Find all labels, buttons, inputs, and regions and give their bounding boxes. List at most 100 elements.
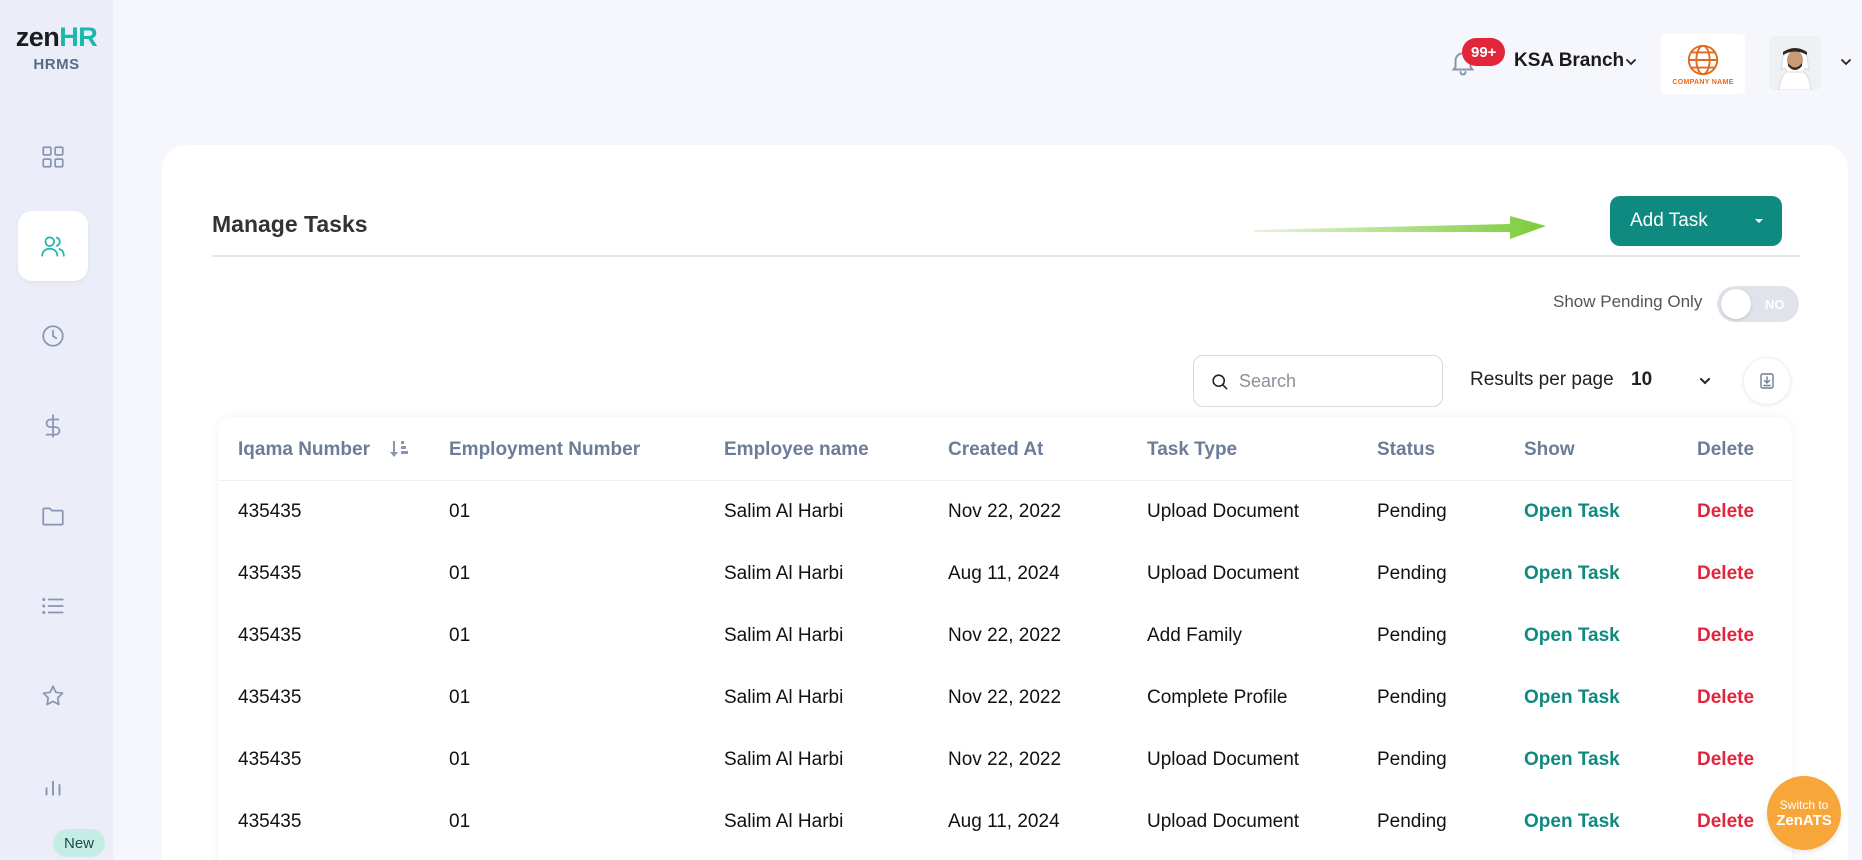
cell-created-at: Aug 11, 2024	[948, 563, 1060, 584]
add-task-label: Add Task	[1630, 210, 1708, 231]
column-header-iqama[interactable]: Iqama Number	[238, 439, 370, 461]
company-name: COMPANY NAME	[1672, 79, 1734, 86]
sidebar-item-attendance[interactable]	[18, 301, 88, 371]
cell-status: Pending	[1377, 501, 1447, 522]
download-icon	[1760, 373, 1774, 389]
grid-icon	[42, 146, 64, 168]
add-task-button[interactable]: Add Task	[1610, 196, 1782, 246]
app-logo[interactable]: zenHR HRMS	[0, 22, 113, 73]
cell-employment: 01	[449, 687, 471, 708]
sort-icon[interactable]	[390, 440, 410, 458]
column-header-show: Show	[1524, 439, 1575, 460]
open-task-link[interactable]: Open Task	[1524, 625, 1620, 647]
sidebar-item-employees[interactable]	[18, 211, 88, 281]
sidebar-item-payroll[interactable]	[18, 391, 88, 461]
manage-tasks-card: Manage Tasks Add Task Show Pending Only …	[162, 145, 1848, 860]
sidebar-item-dashboard[interactable]	[18, 122, 88, 192]
open-task-link[interactable]: Open Task	[1524, 501, 1620, 523]
cell-employee-name: Salim Al Harbi	[724, 687, 844, 708]
cell-created-at: Nov 22, 2022	[948, 501, 1062, 522]
table-header: Iqama Number Employment Number Employee …	[218, 417, 1792, 481]
avatar[interactable]	[1769, 36, 1821, 90]
delete-link[interactable]: Delete	[1697, 625, 1754, 647]
open-task-link[interactable]: Open Task	[1524, 687, 1620, 709]
cell-status: Pending	[1377, 749, 1447, 770]
company-logo[interactable]: COMPANY NAME	[1661, 34, 1745, 94]
show-pending-label: Show Pending Only	[1553, 292, 1703, 311]
column-header-employment: Employment Number	[449, 439, 641, 460]
users-icon	[41, 236, 65, 257]
switch-ats-line2: ZenATS	[1776, 811, 1832, 829]
caret-down-icon[interactable]	[1736, 196, 1782, 246]
results-per-page-select[interactable]: 10	[1631, 369, 1652, 391]
cell-status: Pending	[1377, 811, 1447, 832]
delete-link[interactable]: Delete	[1697, 749, 1754, 771]
sidebar-item-lists[interactable]	[18, 571, 88, 641]
toggle-knob	[1721, 289, 1751, 319]
chevron-down-icon[interactable]	[1697, 373, 1713, 389]
open-task-link[interactable]: Open Task	[1524, 811, 1620, 833]
search-box[interactable]	[1193, 355, 1443, 407]
cell-task-type: Upload Document	[1147, 501, 1300, 522]
cell-employment: 01	[449, 811, 471, 832]
column-header-employee-name: Employee name	[724, 439, 869, 460]
cell-iqama: 435435	[238, 563, 302, 584]
sidebar-item-documents[interactable]	[18, 481, 88, 551]
delete-link[interactable]: Delete	[1697, 811, 1754, 833]
cell-employment: 01	[449, 563, 471, 584]
cell-employee-name: Salim Al Harbi	[724, 501, 844, 522]
table-row: 435435 01 Salim Al Harbi Nov 22, 2022 Up…	[218, 481, 1792, 543]
results-per-page-label: Results per page	[1470, 369, 1614, 390]
export-button[interactable]	[1743, 357, 1791, 405]
cell-created-at: Nov 22, 2022	[948, 625, 1062, 646]
table-row: 435435 01 Salim Al Harbi Aug 11, 2024 Up…	[218, 543, 1792, 605]
table-row: 435435 01 Salim Al Harbi Nov 22, 2022 Ad…	[218, 605, 1792, 667]
cell-iqama: 435435	[238, 625, 302, 646]
column-header-task-type: Task Type	[1147, 439, 1238, 460]
notification-count-badge: 99+	[1462, 38, 1506, 66]
delete-link[interactable]: Delete	[1697, 501, 1754, 523]
tasks-table: Iqama Number Employment Number Employee …	[218, 417, 1792, 860]
logo-main-text: zen	[15, 22, 60, 52]
column-header-status: Status	[1377, 439, 1436, 460]
annotation-arrow	[1254, 216, 1546, 239]
cell-iqama: 435435	[238, 501, 302, 522]
user-avatar-image	[1769, 36, 1821, 90]
page-title: Manage Tasks	[212, 211, 368, 237]
logo-accent-text: HR	[59, 22, 98, 52]
cell-task-type: Upload Document	[1147, 563, 1300, 584]
cell-task-type: Complete Profile	[1147, 687, 1288, 708]
cell-created-at: Nov 22, 2022	[948, 687, 1062, 708]
cell-task-type: Upload Document	[1147, 749, 1300, 770]
chevron-down-icon[interactable]	[1838, 54, 1854, 70]
header-divider	[212, 255, 1800, 257]
delete-link[interactable]: Delete	[1697, 687, 1754, 709]
show-pending-toggle[interactable]: NO	[1717, 286, 1799, 322]
dollar-icon	[45, 414, 61, 438]
cell-employment: 01	[449, 501, 471, 522]
globe-icon	[1687, 44, 1719, 76]
column-header-delete: Delete	[1697, 439, 1755, 460]
table-row: 435435 01 Salim Al Harbi Aug 11, 2024 Up…	[218, 791, 1792, 853]
branch-selector[interactable]: KSA Branch	[1514, 50, 1624, 72]
table-row: 435435 01 Salim Al Harbi Nov 22, 2022 Co…	[218, 667, 1792, 729]
switch-to-zenats-button[interactable]: Switch to ZenATS	[1767, 776, 1841, 850]
cell-status: Pending	[1377, 563, 1447, 584]
column-header-created-at: Created At	[948, 439, 1044, 460]
search-input[interactable]	[1239, 370, 1419, 392]
delete-link[interactable]: Delete	[1697, 563, 1754, 585]
chevron-down-icon[interactable]	[1623, 54, 1639, 70]
cell-task-type: Add Family	[1147, 625, 1243, 646]
switch-ats-line1: Switch to	[1779, 797, 1829, 812]
sidebar-item-reports[interactable]	[18, 751, 88, 821]
logo-subtitle: HRMS	[33, 56, 80, 73]
cell-iqama: 435435	[238, 749, 302, 770]
cell-employment: 01	[449, 749, 471, 770]
open-task-link[interactable]: Open Task	[1524, 563, 1620, 585]
cell-employee-name: Salim Al Harbi	[724, 563, 844, 584]
cell-iqama: 435435	[238, 687, 302, 708]
sidebar-item-performance[interactable]	[18, 661, 88, 731]
toggle-state: NO	[1765, 296, 1785, 312]
open-task-link[interactable]: Open Task	[1524, 749, 1620, 771]
folder-icon	[42, 507, 64, 526]
